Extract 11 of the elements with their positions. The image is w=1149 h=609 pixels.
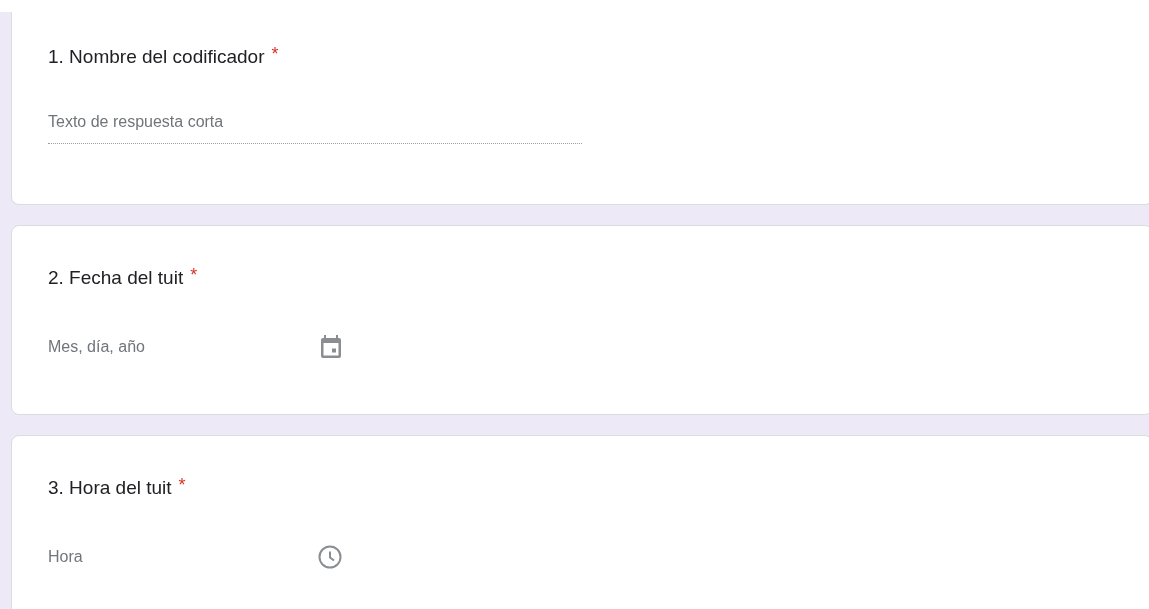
required-mark: *: [190, 266, 198, 284]
answer-field[interactable]: Texto de respuesta corta: [48, 110, 582, 144]
question-title: 1. Nombre del codificador: [48, 45, 265, 69]
calendar-icon[interactable]: [320, 335, 342, 359]
required-mark: *: [178, 476, 186, 494]
clock-icon[interactable]: [318, 545, 342, 569]
date-field[interactable]: Mes, día, año: [48, 335, 320, 359]
question-title: 2. Fecha del tuit: [48, 266, 184, 290]
required-mark: *: [271, 45, 279, 63]
time-field[interactable]: Hora: [48, 545, 318, 569]
question-title: 3. Hora del tuit: [48, 476, 172, 500]
